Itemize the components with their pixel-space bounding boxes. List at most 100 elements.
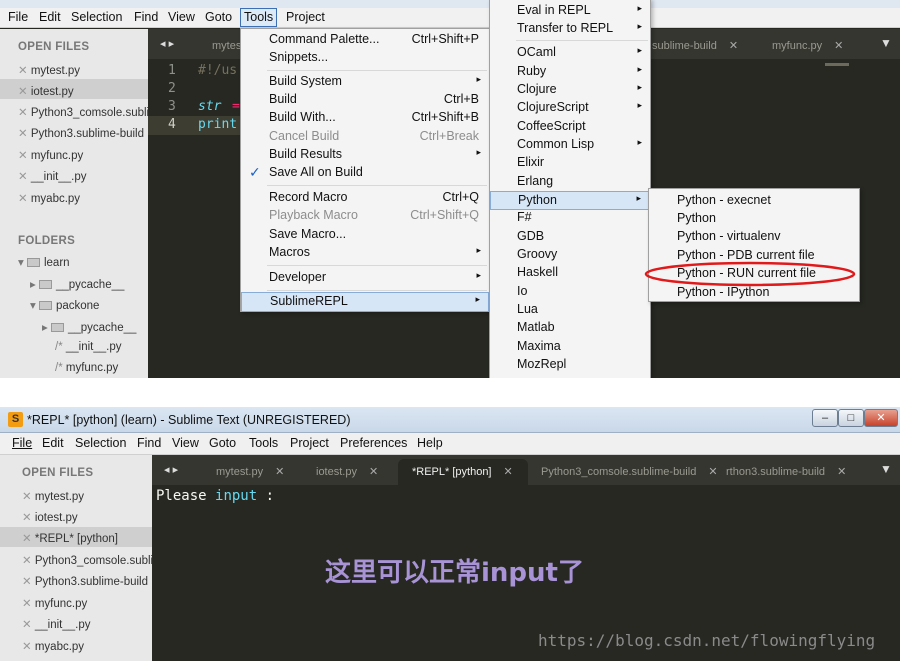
folder-icon (38, 301, 52, 311)
tab-nav-icon[interactable]: ◂ ▸ (164, 463, 178, 476)
menu-item-build-with[interactable]: Build With... Ctrl+Shift+B (241, 109, 489, 127)
menu-item-sublimerepl[interactable]: SublimeREPL ▸ (241, 292, 489, 312)
close-icon[interactable]: ✕ (369, 466, 378, 478)
menu-project[interactable]: Project (286, 10, 325, 24)
tab-mytest[interactable]: mytest.py ✕ (202, 459, 284, 485)
open-file-item[interactable]: ✕ Python3_comsole.subli (18, 105, 149, 119)
menu-find[interactable]: Find (137, 436, 161, 450)
menu-item-record-macro[interactable]: Record Macro Ctrl+Q (241, 189, 489, 207)
open-file-item[interactable]: ✕ __init__.py (22, 617, 90, 631)
tab-python3-build[interactable]: rthon3.sublime-build ✕ (712, 459, 846, 485)
tab-repl-python[interactable]: *REPL* [python] ✕ (398, 459, 528, 485)
menu-view[interactable]: View (172, 436, 199, 450)
repl-item[interactable]: Matlab (490, 319, 650, 337)
open-file-item[interactable]: ✕ myfunc.py (22, 596, 87, 610)
repl-item[interactable]: Ruby ▸ (490, 63, 650, 81)
open-file-item-repl[interactable]: ✕ *REPL* [python] (22, 531, 118, 545)
repl-item[interactable]: Common Lisp ▸ (490, 136, 650, 154)
menu-tools[interactable]: Tools (249, 436, 278, 450)
repl-item[interactable]: F# (490, 209, 650, 227)
menu-item-build-results[interactable]: Build Results ▸ (241, 146, 489, 164)
close-icon[interactable]: ✕ (504, 466, 513, 478)
watermark: https://blog.csdn.net/flowingflying (538, 631, 876, 650)
folder-pycache-2[interactable]: ▸ __pycache__ (42, 320, 136, 334)
repl-item[interactable]: OCaml ▸ (490, 44, 650, 62)
tab-nav-icon[interactable]: ◂ ▸ (160, 37, 174, 50)
menu-item-build-system[interactable]: Build System ▸ (241, 73, 489, 91)
repl-item[interactable]: Transfer to REPL ▸ (490, 20, 650, 38)
tab-python3-comsole[interactable]: Python3_comsole.sublime-build ✕ (527, 459, 718, 485)
file-myfunc[interactable]: /* myfunc.py (55, 362, 118, 374)
dropdown-icon[interactable]: ▼ (880, 36, 892, 50)
close-icon[interactable]: ✕ (275, 466, 284, 478)
open-file-item[interactable]: ✕ mytest.py (18, 63, 80, 77)
menu-selection[interactable]: Selection (75, 436, 126, 450)
open-file-item[interactable]: ✕ myfunc.py (18, 148, 83, 162)
menu-goto[interactable]: Goto (205, 10, 232, 24)
top-editor[interactable]: 1 2 3 4 #!/us str = print (148, 59, 240, 378)
open-file-item[interactable]: ✕ mytest.py (22, 489, 84, 503)
repl-item[interactable]: Haskell (490, 264, 650, 282)
open-file-item[interactable]: ✕ myabc.py (22, 639, 84, 653)
repl-item[interactable]: CoffeeScript (490, 118, 650, 136)
close-icon[interactable]: ✕ (837, 466, 846, 478)
repl-item-python[interactable]: Python ▸ (490, 191, 650, 210)
open-file-item[interactable]: ✕ Python3.sublime-build (18, 126, 144, 140)
open-file-item[interactable]: ✕ __init__.py (18, 169, 86, 183)
menu-item-command-palette[interactable]: Command Palette... Ctrl+Shift+P (241, 31, 489, 49)
open-file-item[interactable]: ✕ iotest.py (18, 84, 74, 98)
menu-find[interactable]: Find (134, 10, 158, 24)
close-button[interactable]: ✕ (864, 409, 898, 427)
window-title: *REPL* [python] (learn) - Sublime Text (… (27, 413, 351, 427)
open-file-item[interactable]: ✕ Python3_comsole.subli (22, 553, 153, 567)
repl-item[interactable]: Groovy (490, 246, 650, 264)
close-icon[interactable]: ✕ (834, 40, 843, 52)
repl-item[interactable]: Io (490, 283, 650, 301)
tab-sublime-build[interactable]: sublime-build ✕ (638, 33, 738, 59)
menu-item-snippets[interactable]: Snippets... (241, 49, 489, 67)
python-item-execnet[interactable]: Python - execnet (649, 192, 859, 210)
repl-item[interactable]: MozRepl (490, 356, 650, 374)
tab-iotest[interactable]: iotest.py ✕ (302, 459, 378, 485)
repl-item[interactable]: GDB (490, 228, 650, 246)
python-item-virtualenv[interactable]: Python - virtualenv (649, 228, 859, 246)
folder-pycache[interactable]: ▸ __pycache__ (30, 277, 124, 291)
chevron-right-icon: ▸ (476, 74, 481, 84)
menu-edit[interactable]: Edit (39, 10, 61, 24)
close-icon[interactable]: ✕ (729, 40, 738, 52)
python-item-python[interactable]: Python (649, 210, 859, 228)
repl-item[interactable]: Clojure ▸ (490, 81, 650, 99)
menu-edit[interactable]: Edit (42, 436, 64, 450)
menu-item-build[interactable]: Build Ctrl+B (241, 91, 489, 109)
menu-file[interactable]: File (12, 436, 32, 450)
menu-item-macros[interactable]: Macros ▸ (241, 244, 489, 262)
repl-item[interactable]: Maxima (490, 338, 650, 356)
menu-item-developer[interactable]: Developer ▸ (241, 269, 489, 287)
open-file-item[interactable]: ✕ myabc.py (18, 191, 80, 205)
file-init[interactable]: /* __init__.py (55, 341, 122, 353)
repl-item[interactable]: ClojureScript ▸ (490, 99, 650, 117)
menu-goto[interactable]: Goto (209, 436, 236, 450)
menu-selection[interactable]: Selection (71, 10, 122, 24)
open-file-item[interactable]: ✕ Python3.sublime-build (22, 574, 148, 588)
minimize-button[interactable]: – (812, 409, 838, 427)
open-file-item[interactable]: ✕ iotest.py (22, 510, 78, 524)
menu-tools[interactable]: Tools (240, 8, 278, 27)
menu-preferences[interactable]: Preferences (340, 436, 407, 450)
menu-view[interactable]: View (168, 10, 195, 24)
dropdown-icon[interactable]: ▼ (880, 462, 892, 476)
menu-item-save-all-on-build[interactable]: ✓ Save All on Build (241, 164, 489, 182)
repl-item[interactable]: Lua (490, 301, 650, 319)
folder-learn[interactable]: ▾ learn (18, 255, 70, 269)
menu-help[interactable]: Help (417, 436, 443, 450)
menu-project[interactable]: Project (290, 436, 329, 450)
maximize-button[interactable]: □ (838, 409, 864, 427)
menu-item-save-macro[interactable]: Save Macro... (241, 226, 489, 244)
tab-myfunc[interactable]: myfunc.py ✕ (758, 33, 843, 59)
folder-packone[interactable]: ▾ packone (30, 298, 99, 312)
repl-item[interactable]: Elixir (490, 154, 650, 172)
repl-item[interactable]: Erlang (490, 173, 650, 191)
tab-mytest[interactable]: mytes (198, 33, 244, 59)
repl-item[interactable]: Eval in REPL ▸ (490, 2, 650, 20)
menu-file[interactable]: File (8, 10, 28, 24)
